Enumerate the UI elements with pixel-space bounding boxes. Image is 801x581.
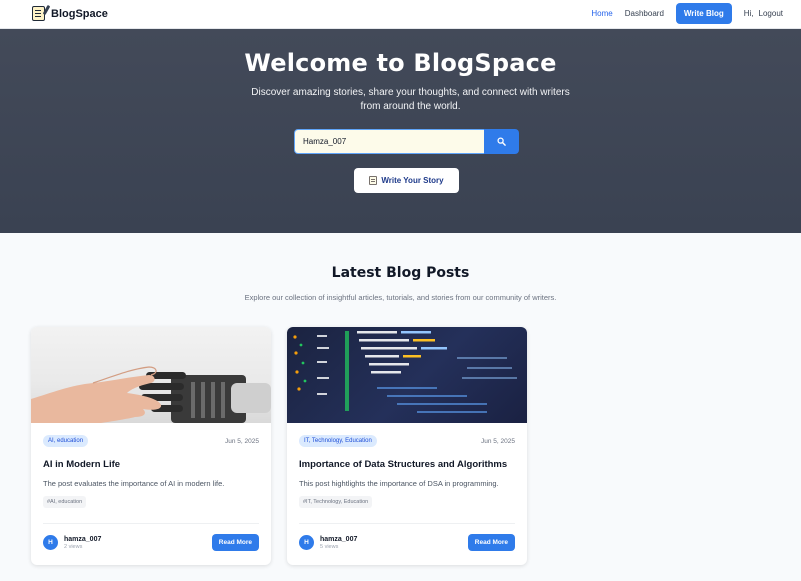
category-badge: AI, education [43,435,89,447]
section-title: Latest Blog Posts [331,265,470,281]
write-your-story-label: Write Your Story [381,176,444,185]
post-date: Jun 5, 2025 [225,437,259,445]
hero-section: Welcome to BlogSpace Discover amazing st… [0,29,801,233]
blog-card[interactable]: IT, Technology, Education Jun 5, 2025 Im… [287,327,527,565]
post-description: This post hightlights the importance of … [299,479,499,488]
nav-dashboard-link[interactable]: Dashboard [625,9,664,18]
avatar: H [43,535,58,550]
memo-icon [369,176,378,185]
post-date: Jun 5, 2025 [481,437,515,445]
nav-home-link[interactable]: Home [591,9,612,18]
post-description: The post evaluates the importance of AI … [43,479,225,488]
tag-pill: #AI, education [43,496,87,508]
search-icon [497,137,506,146]
view-count: 5 views [320,543,339,550]
hero-title: Welcome to BlogSpace [244,49,557,77]
brand-logo[interactable]: BlogSpace [32,4,108,21]
avatar: H [299,535,314,550]
search-bar [294,129,519,154]
navbar: BlogSpace Home Dashboard Write Blog Hi, … [0,0,801,29]
write-blog-button[interactable]: Write Blog [675,3,732,24]
author-name: hamza_007 [64,535,102,543]
logout-link[interactable]: Logout [759,9,783,18]
read-more-button[interactable]: Read More [467,534,515,551]
hero-subtitle: Discover amazing stories, share your tho… [251,87,570,112]
write-your-story-button[interactable]: Write Your Story [354,168,459,193]
author-name: hamza_007 [320,535,358,543]
search-button[interactable] [484,129,519,154]
brand-name: BlogSpace [51,7,108,20]
section-subtitle: Explore our collection of insightful art… [244,293,557,302]
read-more-button[interactable]: Read More [211,534,259,551]
nav-links: Home Dashboard Write Blog Hi, Logout [591,3,783,24]
view-count: 2 views [64,543,83,550]
blog-card[interactable]: AI, education Jun 5, 2025 AI in Modern L… [31,327,271,565]
post-image-robot-hand [31,327,271,423]
user-greeting: Hi, [743,9,754,18]
category-badge: IT, Technology, Education [299,435,377,447]
post-image-code-screen [287,327,527,423]
post-title[interactable]: Importance of Data Structures and Algori… [299,458,515,471]
tag-pill: #IT, Technology, Education [299,496,373,508]
notebook-icon [32,4,51,21]
card-footer: H hamza_007 5 views Read More [299,523,515,551]
search-input[interactable] [294,129,484,154]
card-footer: H hamza_007 2 views Read More [43,523,259,551]
post-title[interactable]: AI in Modern Life [43,458,259,471]
